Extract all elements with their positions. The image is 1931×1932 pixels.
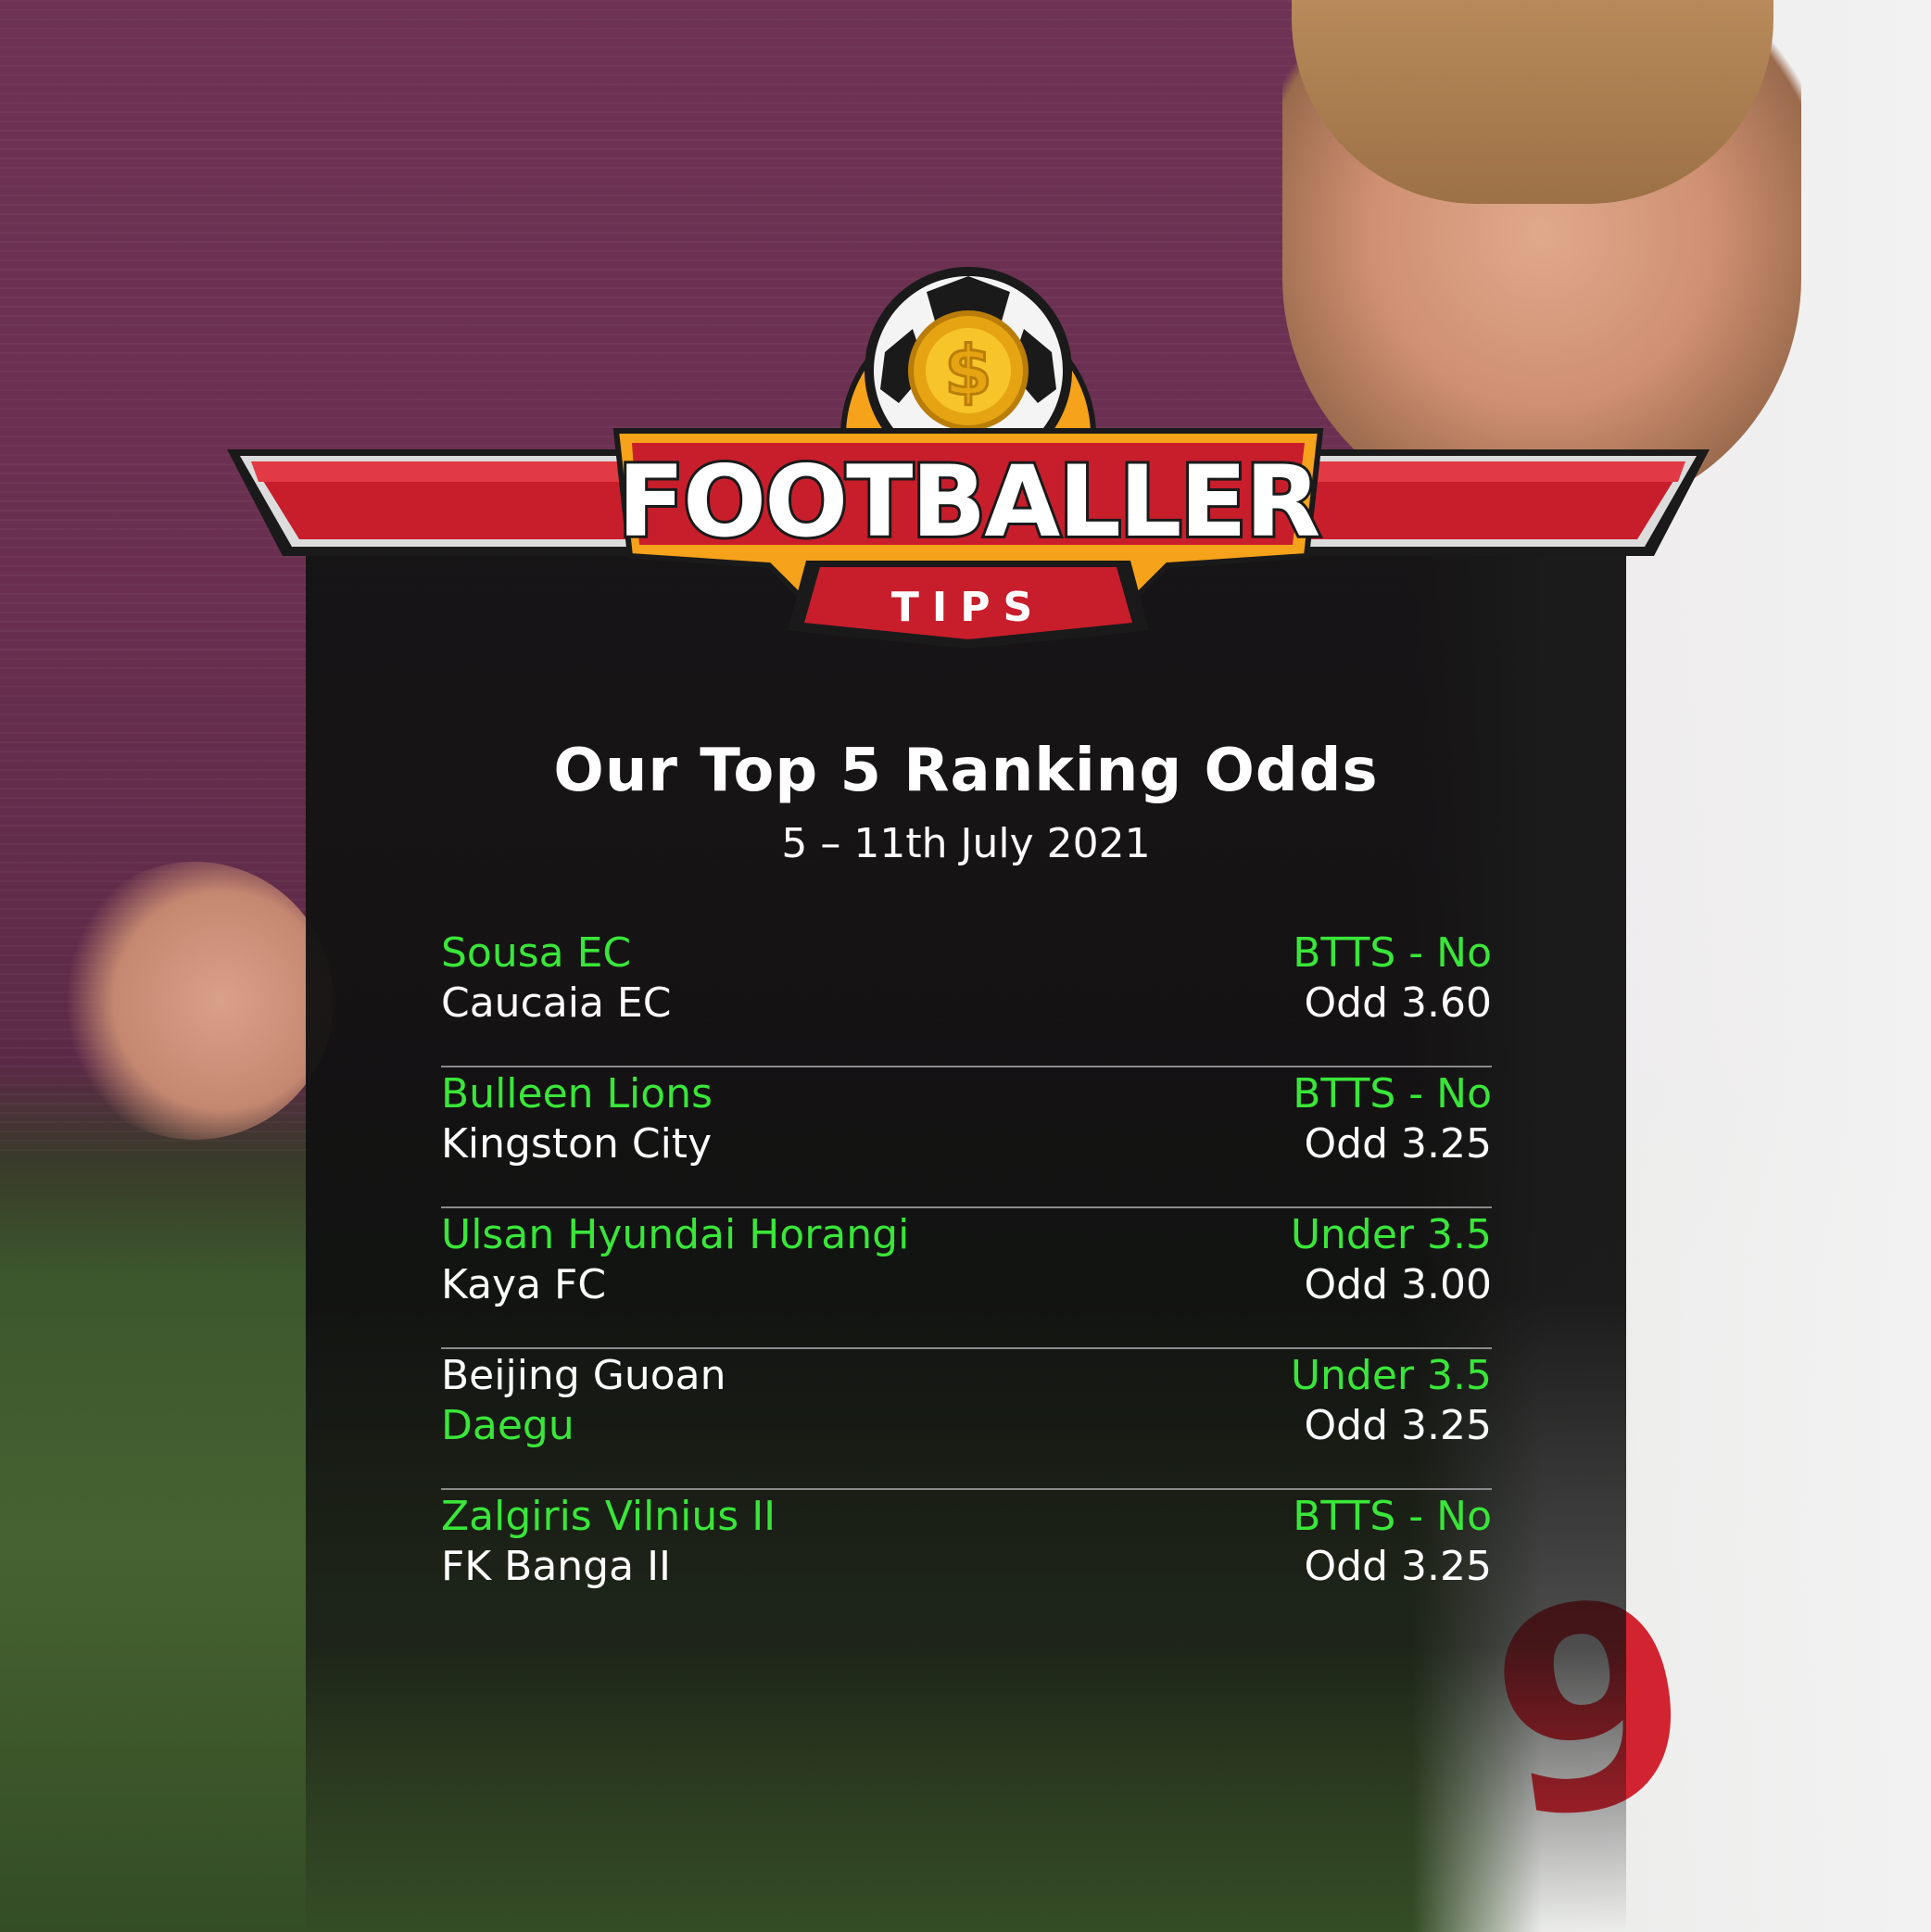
- list-item: Bulleen Lions Kingston City BTTS - No Od…: [441, 1067, 1492, 1208]
- bet-odd: Odd 3.25: [1304, 1543, 1492, 1590]
- list-item: Beijing Guoan Daegu Under 3.5 Odd 3.25: [441, 1349, 1492, 1490]
- list-item: Sousa EC Caucaia EC BTTS - No Odd 3.60: [441, 927, 1492, 1067]
- home-team: Sousa EC: [441, 929, 632, 977]
- bet-market: BTTS - No: [1293, 929, 1492, 977]
- svg-text:FOOTBALLER: FOOTBALLER: [618, 445, 1319, 559]
- bet-market: Under 3.5: [1290, 1352, 1492, 1399]
- bet-odd: Odd 3.00: [1304, 1261, 1492, 1308]
- page-title: Our Top 5 Ranking Odds: [553, 737, 1379, 805]
- away-team: Daegu: [441, 1402, 574, 1449]
- bet-odd: Odd 3.60: [1304, 979, 1492, 1027]
- player-hand: [56, 862, 334, 1140]
- footballer-tips-logo: $ FOOTBALLER TIPS: [612, 267, 1324, 649]
- list-item: Ulsan Hyundai Horangi Kaya FC Under 3.5 …: [441, 1208, 1492, 1349]
- bet-market: Under 3.5: [1290, 1211, 1492, 1258]
- away-team: Kaya FC: [441, 1261, 607, 1308]
- home-team: Zalgiris Vilnius II: [441, 1493, 776, 1540]
- bet-market: BTTS - No: [1293, 1493, 1492, 1540]
- home-team: Bulleen Lions: [441, 1070, 713, 1118]
- home-team: Ulsan Hyundai Horangi: [441, 1211, 910, 1258]
- svg-text:$: $: [944, 332, 992, 411]
- date-range: 5 – 11th July 2021: [781, 820, 1151, 867]
- bet-market: BTTS - No: [1293, 1070, 1492, 1118]
- bet-odd: Odd 3.25: [1304, 1402, 1492, 1449]
- tips-list: Sousa EC Caucaia EC BTTS - No Odd 3.60 B…: [441, 927, 1492, 1629]
- away-team: Kingston City: [441, 1120, 713, 1168]
- bet-odd: Odd 3.25: [1304, 1120, 1492, 1168]
- away-team: FK Banga II: [441, 1543, 672, 1590]
- svg-text:TIPS: TIPS: [891, 584, 1045, 631]
- list-item: Zalgiris Vilnius II FK Banga II BTTS - N…: [441, 1490, 1492, 1629]
- home-team: Beijing Guoan: [441, 1352, 726, 1399]
- away-team: Caucaia EC: [441, 979, 672, 1027]
